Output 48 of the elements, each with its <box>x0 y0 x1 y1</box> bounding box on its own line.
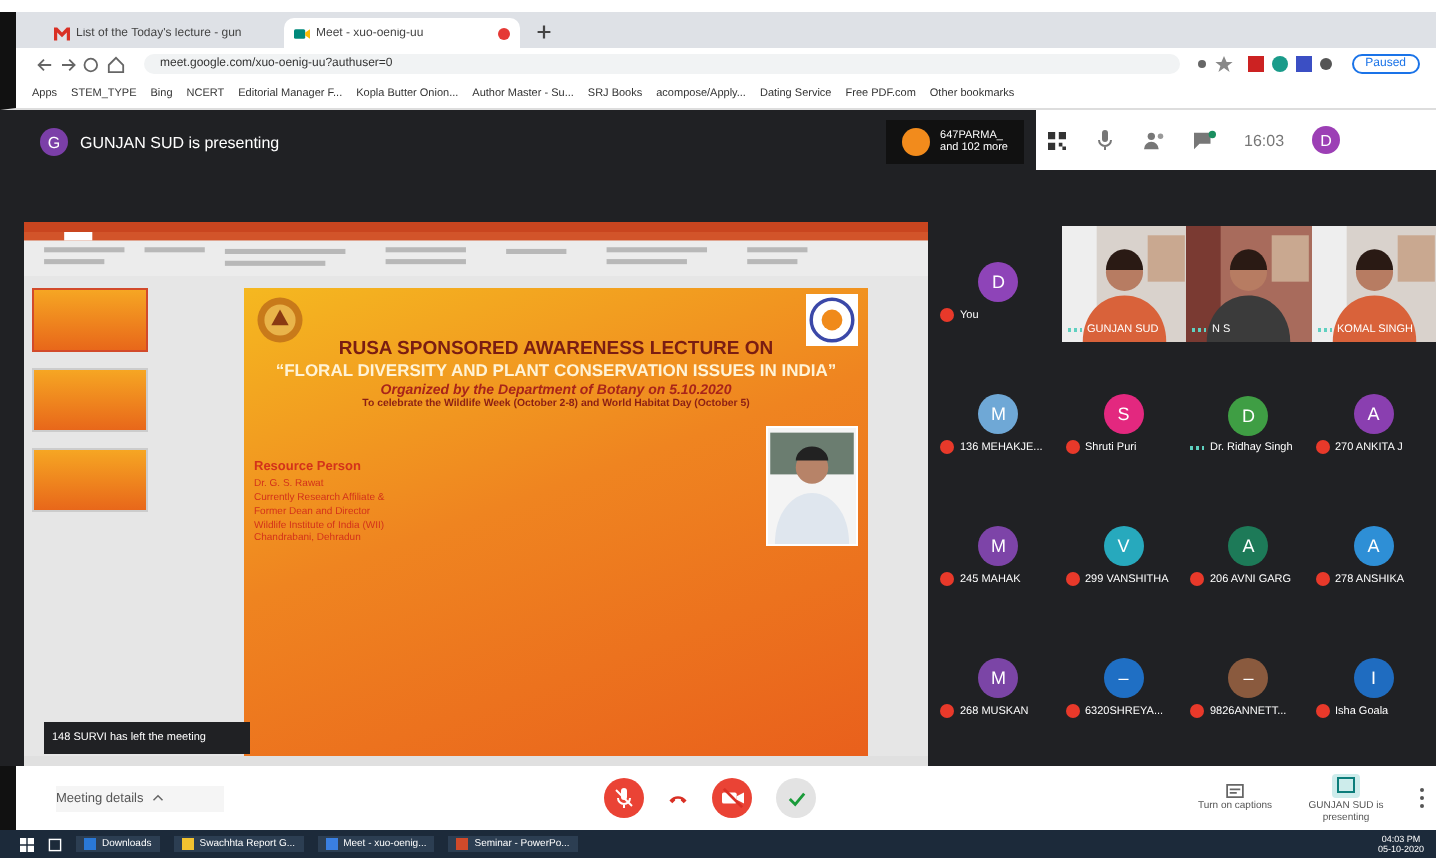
avatar: D <box>978 262 1019 302</box>
navigation-icon[interactable] <box>32 55 128 73</box>
slide-title: RUSA SPONSORED AWARENESS LECTURE ON <box>338 338 774 360</box>
avatar: – <box>1228 658 1269 698</box>
camera-icon <box>294 25 310 41</box>
presenter-label: GUNJAN SUD is presenting <box>80 133 280 151</box>
avatar: A <box>1353 526 1394 566</box>
avatar: S <box>1103 394 1144 434</box>
caret-icon <box>151 793 164 801</box>
slide-thumbnail[interactable] <box>32 288 148 352</box>
avatar: M <box>978 394 1019 434</box>
camera-off-icon <box>721 788 744 808</box>
microphone-button[interactable] <box>604 778 645 818</box>
slide-subtitle: “FLORAL DIVERSITY AND PLANT CONSERVATION ISSUES IN INDIA” <box>275 360 837 380</box>
avatar-icon[interactable]: D <box>1312 126 1341 154</box>
captions-icon <box>1225 784 1244 798</box>
mail-icon <box>54 25 70 41</box>
slide-thumbnail[interactable] <box>32 448 148 512</box>
microphone-off-icon <box>614 788 635 808</box>
people-icon[interactable] <box>1144 130 1166 150</box>
camera-button[interactable] <box>712 778 753 818</box>
avatar: A <box>1353 394 1394 434</box>
new-tab-icon[interactable] <box>536 24 552 40</box>
avatar: – <box>1103 658 1144 698</box>
avatar: I <box>1353 658 1394 698</box>
recording-icon <box>498 27 510 39</box>
windows-icon[interactable] <box>20 837 34 851</box>
check-button[interactable] <box>776 778 817 818</box>
sun-emblem-icon <box>806 294 858 346</box>
present-screen-icon <box>1332 773 1361 797</box>
qr-icon[interactable] <box>1048 131 1066 149</box>
avatar-icon <box>902 128 931 156</box>
avatar: A <box>1228 526 1269 566</box>
extension-icons[interactable] <box>1195 54 1336 74</box>
hang-up-icon[interactable] <box>668 791 689 805</box>
emblem-icon <box>254 294 306 346</box>
more-icon[interactable] <box>1420 788 1425 808</box>
slide-thumbnail[interactable] <box>32 368 148 432</box>
microphone-icon[interactable] <box>1094 130 1116 150</box>
avatar: M <box>978 526 1019 566</box>
task-view-icon[interactable] <box>48 837 62 851</box>
chat-icon[interactable] <box>1194 130 1216 150</box>
clock: 16:03 <box>1244 131 1285 149</box>
avatar-icon: G <box>40 128 68 156</box>
avatar: D <box>1228 395 1269 435</box>
avatar: V <box>1103 526 1144 566</box>
checkmark-icon <box>787 789 806 807</box>
avatar: M <box>978 658 1019 698</box>
